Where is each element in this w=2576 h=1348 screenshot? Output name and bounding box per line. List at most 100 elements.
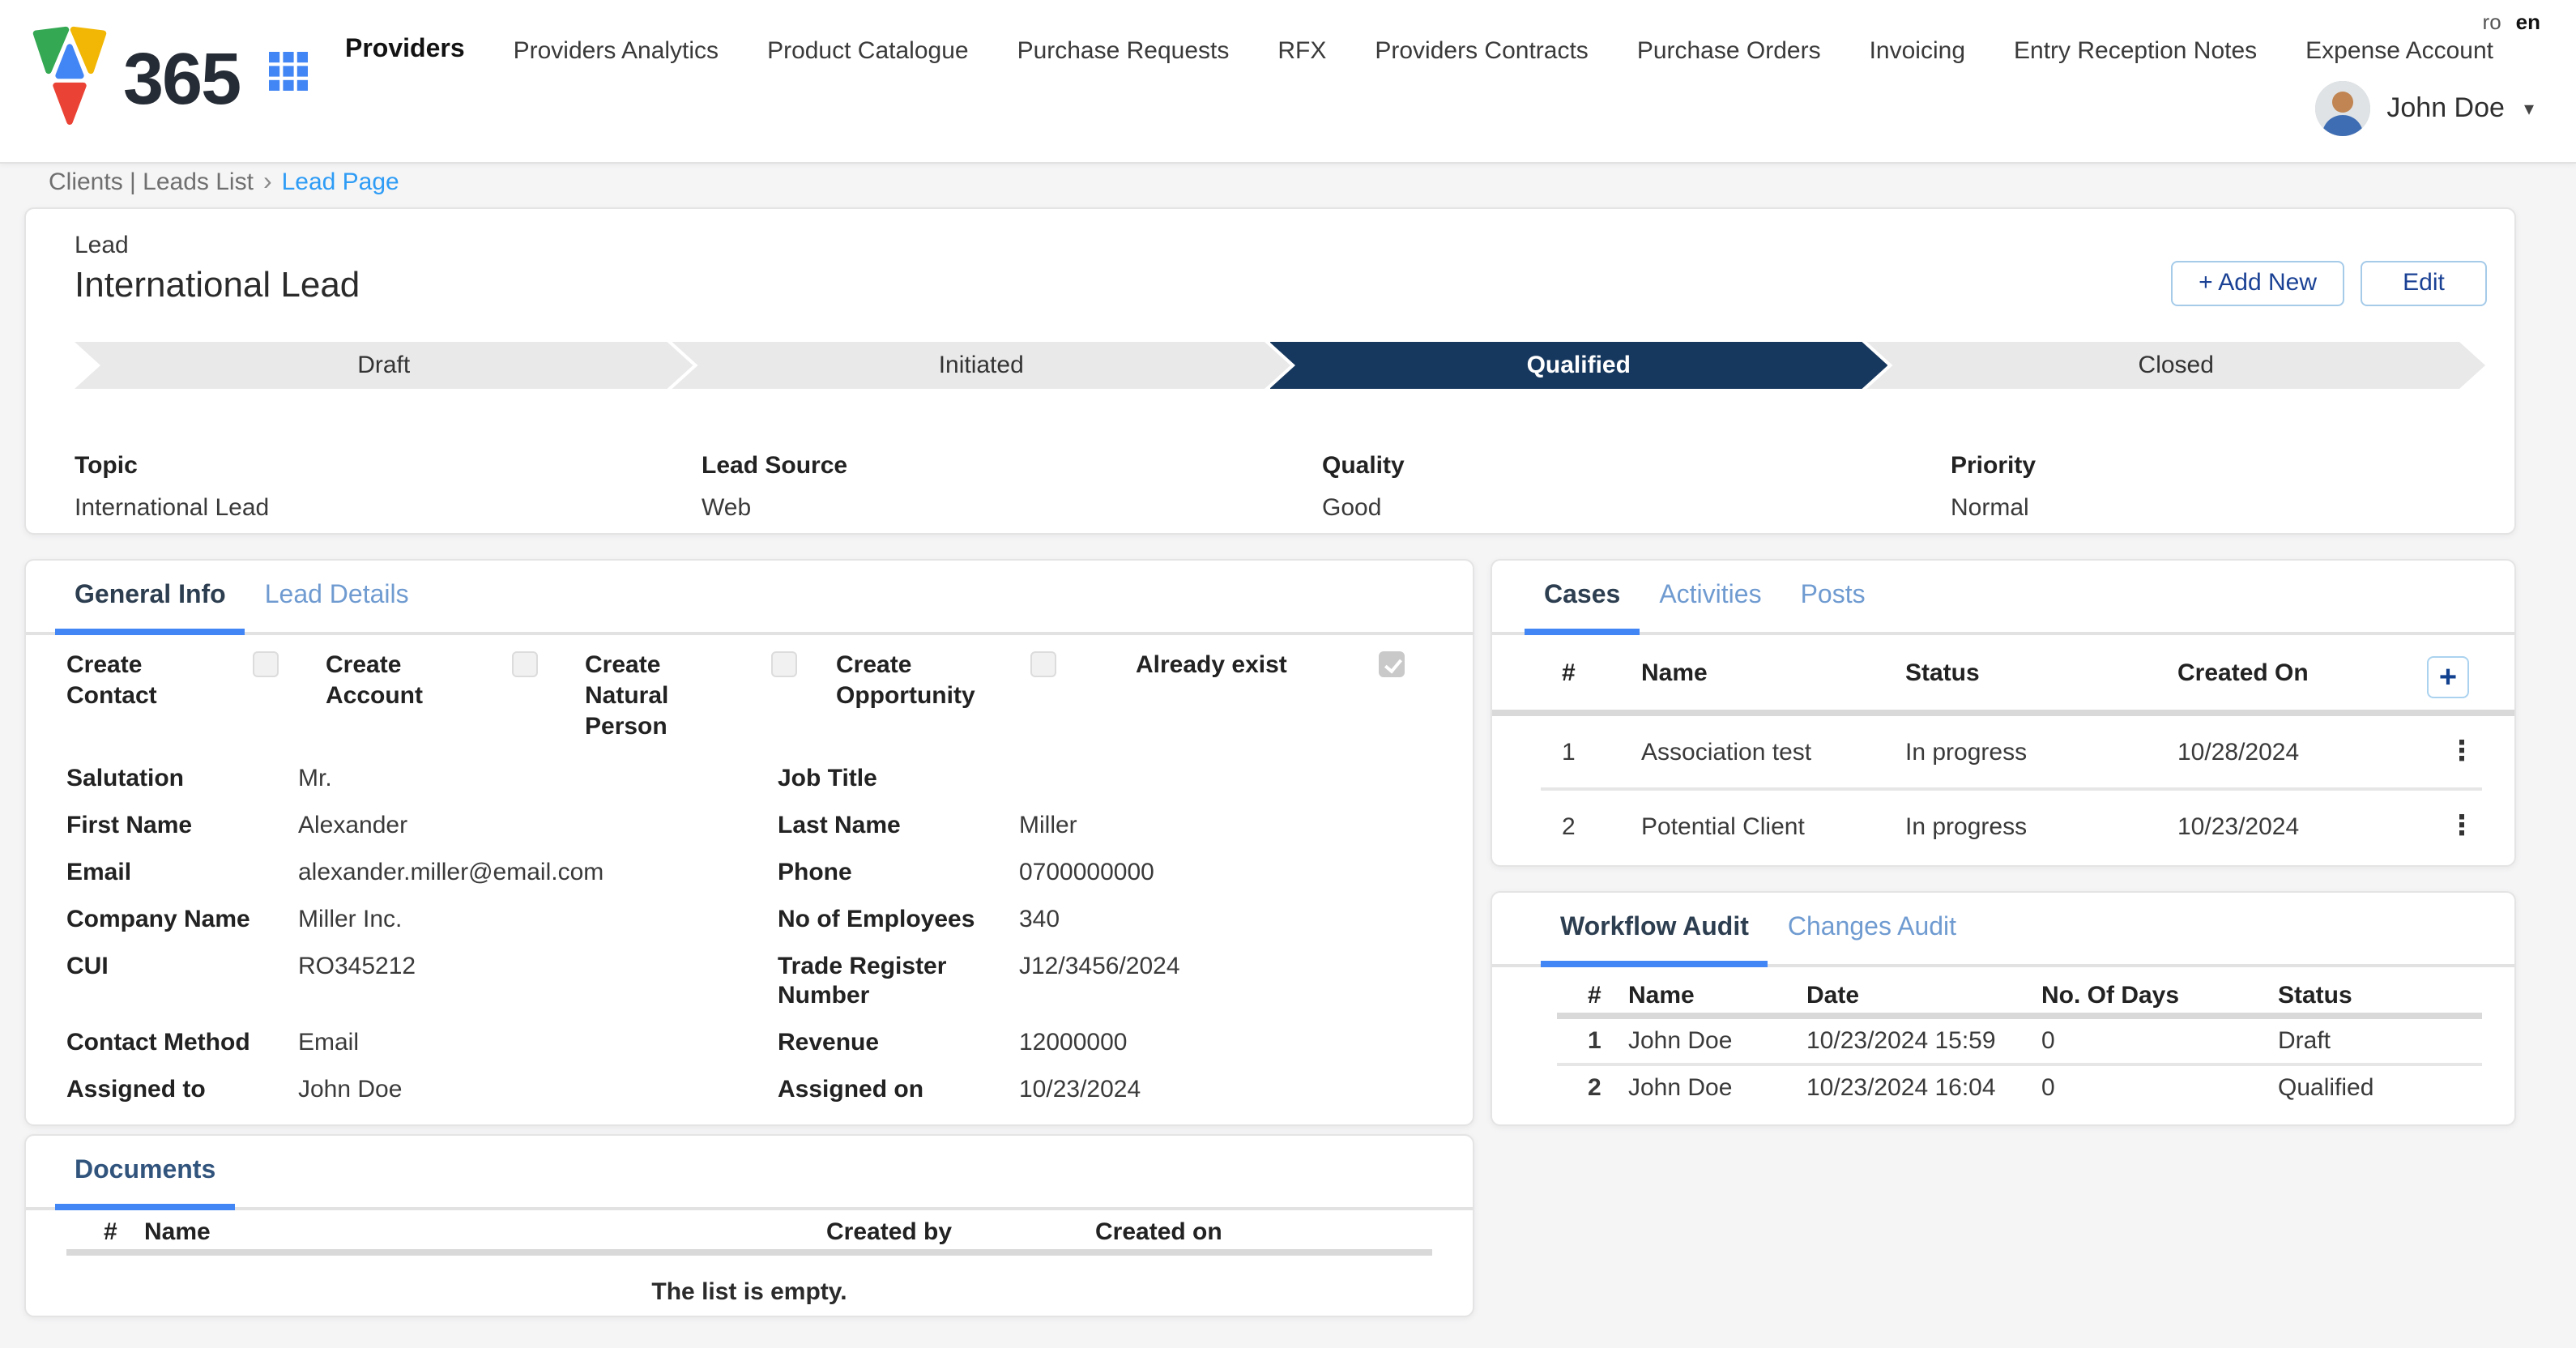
lead-options: Create Contact Create Account Create Nat…	[26, 650, 1473, 742]
tab-documents[interactable]: Documents	[55, 1157, 235, 1207]
stage-draft[interactable]: Draft	[75, 342, 693, 389]
value-phone: 0700000000	[1019, 859, 1440, 888]
divider	[1492, 710, 2514, 716]
field-label: Priority	[1951, 452, 2482, 480]
form-row: CUI RO345212 Trade Register Number J12/3…	[66, 953, 1440, 1029]
case-row: 1 Association test In progress 10/28/202…	[1492, 716, 2417, 787]
checkbox-label-create-opportunity: Create Opportunity	[836, 650, 974, 711]
case-num: 1	[1562, 738, 1641, 766]
case-num: 2	[1562, 813, 1641, 840]
field-label: Lead Source	[702, 452, 1322, 480]
logo-triangles-icon	[32, 26, 107, 133]
col-status: Status	[2278, 981, 2482, 1009]
col-status: Status	[1905, 659, 2177, 686]
cases-tabs: Cases Activities Posts	[1492, 561, 2514, 635]
stage-qualified[interactable]: Qualified	[1269, 342, 1888, 389]
tab-lead-details[interactable]: Lead Details	[245, 582, 429, 632]
nav-item-expense-account[interactable]: Expense Account	[2305, 36, 2493, 64]
lead-header-card: Lead International Lead + Add New Edit D…	[24, 207, 2516, 535]
stage-progress-bar: Draft Initiated Qualified Closed	[75, 342, 2485, 389]
nav-item-providers-contracts[interactable]: Providers Contracts	[1375, 36, 1588, 64]
audit-row: 2 John Doe 10/23/2024 16:04 0 Qualified	[1492, 1066, 2482, 1110]
top-bar: 365 Providers Providers Analytics Produc…	[0, 0, 2576, 164]
edit-button[interactable]: Edit	[2361, 261, 2487, 306]
col-name: Name	[144, 1218, 826, 1245]
label-assigned-to: Assigned to	[66, 1076, 298, 1105]
field-priority: Priority Normal	[1951, 452, 2482, 522]
form-row: Contact Method Email Revenue 12000000	[66, 1029, 1440, 1076]
tab-general-info[interactable]: General Info	[55, 582, 245, 632]
nav-item-purchase-orders[interactable]: Purchase Orders	[1637, 36, 1821, 64]
case-created-on: 10/23/2024	[2177, 813, 2417, 840]
value-company-name: Miller Inc.	[298, 906, 778, 935]
label-assigned-on: Assigned on	[778, 1076, 1019, 1105]
label-job-title: Job Title	[778, 765, 1019, 794]
screen: 365 Providers Providers Analytics Produc…	[0, 0, 2576, 1348]
cases-card: Cases Activities Posts + # Name Status C…	[1491, 559, 2516, 867]
nav-item-providers-analytics[interactable]: Providers Analytics	[514, 36, 719, 64]
entity-label: Lead	[75, 232, 129, 259]
user-menu[interactable]: John Doe ▾	[2315, 81, 2534, 136]
label-no-of-employees: No of Employees	[778, 906, 1019, 935]
tab-workflow-audit[interactable]: Workflow Audit	[1541, 914, 1768, 964]
label-company-name: Company Name	[66, 906, 298, 935]
audit-table-header: # Name Date No. Of Days Status	[1492, 977, 2482, 1013]
value-salutation: Mr.	[298, 765, 778, 794]
form-row: First Name Alexander Last Name Miller	[66, 812, 1440, 859]
divider	[1557, 1013, 2482, 1019]
col-num: #	[1588, 981, 1628, 1009]
stage-initiated[interactable]: Initiated	[672, 342, 1291, 389]
col-created-on: Created on	[1095, 1218, 1424, 1245]
label-email: Email	[66, 859, 298, 888]
stage-closed[interactable]: Closed	[1867, 342, 2486, 389]
label-phone: Phone	[778, 859, 1019, 888]
add-new-button[interactable]: + Add New	[2171, 261, 2344, 306]
col-created-on: Created On	[2177, 659, 2417, 686]
label-revenue: Revenue	[778, 1029, 1019, 1058]
language-en[interactable]: en	[2516, 10, 2540, 34]
documents-table-header: # Name Created by Created on	[26, 1214, 1424, 1249]
col-num: #	[1562, 659, 1641, 686]
kebab-menu-icon[interactable]: ⋮	[2448, 740, 2476, 763]
tab-changes-audit[interactable]: Changes Audit	[1768, 914, 1976, 964]
col-created-by: Created by	[826, 1218, 1095, 1245]
audit-date: 10/23/2024 16:04	[1806, 1074, 2041, 1102]
value-email: alexander.miller@email.com	[298, 859, 778, 888]
field-value: Good	[1322, 494, 1951, 522]
field-value: Normal	[1951, 494, 2482, 522]
breadcrumb-trail[interactable]: Clients | Leads List	[49, 168, 254, 196]
nav-item-invoicing[interactable]: Invoicing	[1870, 36, 1965, 64]
tab-posts[interactable]: Posts	[1781, 582, 1885, 632]
case-status: In progress	[1905, 813, 2177, 840]
label-cui: CUI	[66, 953, 298, 982]
checkbox-create-natural-person[interactable]	[771, 651, 797, 677]
kebab-menu-icon[interactable]: ⋮	[2448, 815, 2476, 838]
workflow-audit-card: Workflow Audit Changes Audit # Name Date…	[1491, 891, 2516, 1126]
add-case-button[interactable]: +	[2427, 656, 2469, 698]
tab-cases[interactable]: Cases	[1525, 582, 1640, 632]
breadcrumb-current[interactable]: Lead Page	[282, 168, 399, 196]
nav-item-purchase-requests[interactable]: Purchase Requests	[1017, 36, 1230, 64]
field-lead-source: Lead Source Web	[702, 452, 1322, 522]
checkbox-create-contact[interactable]	[253, 651, 279, 677]
nav-item-entry-reception-notes[interactable]: Entry Reception Notes	[2014, 36, 2257, 64]
nav-item-rfx[interactable]: RFX	[1277, 36, 1326, 64]
nav-item-product-catalogue[interactable]: Product Catalogue	[767, 36, 969, 64]
chevron-down-icon: ▾	[2524, 97, 2534, 120]
language-ro[interactable]: ro	[2483, 10, 2501, 34]
checkbox-create-account[interactable]	[512, 651, 538, 677]
field-quality: Quality Good	[1322, 452, 1951, 522]
logo-text: 365	[123, 21, 240, 138]
tab-activities[interactable]: Activities	[1640, 582, 1781, 632]
general-info-card: General Info Lead Details Create Contact…	[24, 559, 1474, 1126]
divider	[66, 1249, 1432, 1256]
checkbox-already-exist[interactable]	[1379, 651, 1405, 677]
value-revenue: 12000000	[1019, 1029, 1440, 1058]
label-trade-register-number: Trade Register Number	[778, 953, 1019, 1011]
nav-item-providers[interactable]: Providers	[345, 36, 465, 65]
checkbox-create-opportunity[interactable]	[1030, 651, 1056, 677]
col-name: Name	[1641, 659, 1905, 686]
value-cui: RO345212	[298, 953, 778, 982]
label-contact-method: Contact Method	[66, 1029, 298, 1058]
apps-grid-icon[interactable]	[269, 52, 308, 91]
